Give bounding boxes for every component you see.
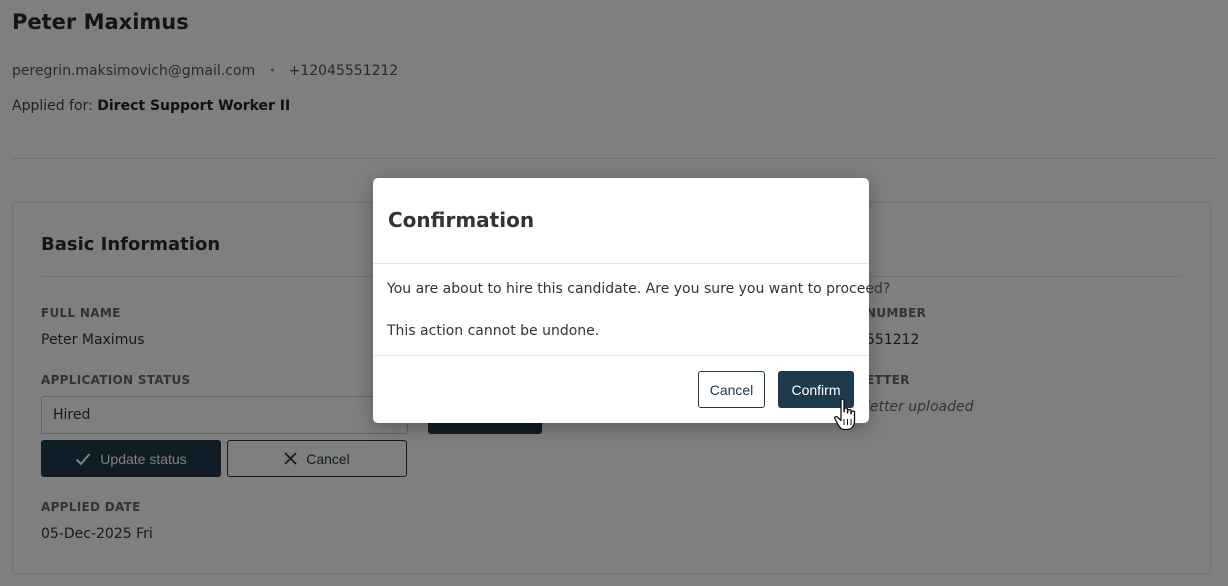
confirmation-dialog: Confirmation You are about to hire this … (373, 178, 890, 423)
dialog-title: Confirmation (388, 208, 535, 232)
dialog-message: You are about to hire this candidate. Ar… (387, 281, 891, 297)
dialog-cancel-button[interactable]: Cancel (698, 371, 765, 408)
hand-pointer-icon (834, 398, 856, 431)
dialog-warning: This action cannot be undone. (387, 323, 600, 339)
dialog-footer-divider (373, 355, 869, 356)
dialog-header-divider (373, 263, 869, 264)
